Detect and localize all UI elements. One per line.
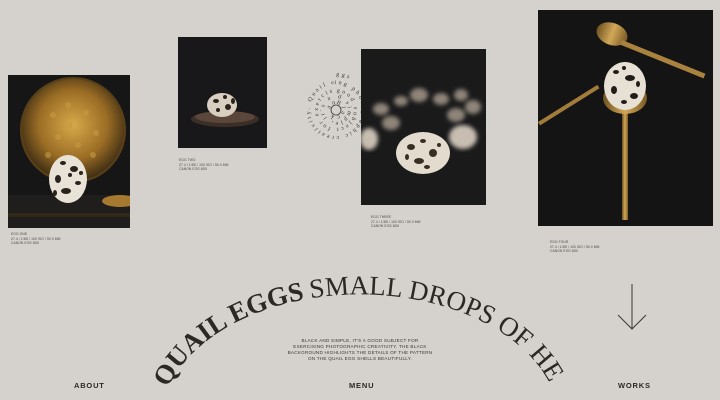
caption-egg-one: Egg One 27.4 / 1/8s / 100 ISO / 50.0 mm …	[11, 232, 60, 246]
nav-works-link[interactable]: WORKS	[618, 381, 651, 390]
photo-egg-two[interactable]	[178, 37, 267, 148]
egg-three-image	[361, 49, 486, 205]
arrow-down-icon[interactable]	[616, 283, 648, 331]
nav-about-link[interactable]: ABOUT	[74, 381, 105, 390]
egg-one-image	[8, 75, 130, 228]
photo-egg-three[interactable]	[361, 49, 486, 205]
description-text: Black and simple, it's a good subject fo…	[287, 338, 433, 361]
egg-two-image	[178, 37, 267, 148]
photo-egg-one[interactable]	[8, 75, 130, 228]
caption-model: Canon EOS 6DII	[371, 224, 400, 229]
hero-title-bold: QUAIL EGGS	[147, 276, 306, 391]
caption-egg-two: Egg Two 27.4 / 1/8s / 100 ISO / 50.0 mm …	[179, 158, 228, 172]
caption-model: Canon EOS 6DII	[179, 167, 208, 172]
caption-egg-four: Egg Four 27.4 / 1/8s / 100 ISO / 50.0 mm…	[550, 240, 599, 254]
photo-egg-four[interactable]	[538, 10, 713, 226]
egg-four-image	[538, 10, 713, 226]
nav-menu-link[interactable]: MENU	[349, 381, 374, 390]
caption-model: Canon EOS 6DII	[11, 241, 40, 246]
caption-model: Canon EOS 6DII	[550, 249, 579, 254]
caption-egg-three: Egg Three 27.4 / 1/8s / 100 ISO / 50.0 m…	[371, 215, 420, 229]
spiral-text: Black and simple, it's a good subject fo…	[306, 72, 366, 140]
